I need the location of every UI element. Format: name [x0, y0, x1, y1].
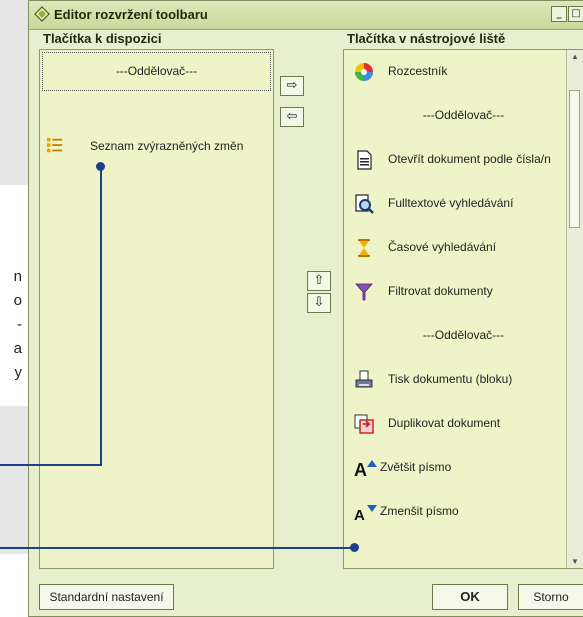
available-buttons-list[interactable]: ---Oddělovač--- Seznam zvýrazněných změn [39, 49, 274, 569]
list-item-label: Zmenšit písmo [380, 504, 459, 518]
move-left-button[interactable]: ⇦ [280, 107, 304, 127]
move-up-button[interactable]: ⇧ [307, 271, 331, 291]
list-item-label: Seznam zvýrazněných změn [90, 139, 244, 153]
default-settings-button[interactable]: Standardní nastavení [39, 584, 174, 610]
list-item-label: Rozcestník [388, 64, 448, 78]
list-item-time-search[interactable]: Časové vyhledávání [344, 226, 583, 270]
callout-line-1-horizontal [0, 464, 102, 466]
list-item-separator[interactable]: ---Oddělovač--- [344, 94, 583, 138]
list-item-print-document[interactable]: Tisk dokumentu (bloku) [344, 358, 583, 402]
list-item-label: ---Oddělovač--- [422, 108, 505, 122]
fulltext-search-icon [355, 194, 374, 214]
list-item-separator[interactable]: ---Oddělovač--- [344, 314, 583, 358]
list-item-label: Duplikovat dokument [388, 416, 501, 430]
list-item-label: Filtrovat dokumenty [388, 284, 493, 298]
list-item-label: Otevřít dokument podle čísla/n [388, 152, 551, 166]
list-item-label: Zvětšit písmo [380, 460, 452, 474]
minimize-button[interactable]: _ [551, 6, 567, 22]
list-item-separator[interactable]: ---Oddělovač--- [42, 52, 271, 91]
title-bar[interactable]: Editor rozvržení toolbaru _ □ [29, 1, 583, 30]
cancel-button[interactable]: Storno [518, 584, 583, 610]
list-item-highlight-changes[interactable]: Seznam zvýrazněných změn [40, 136, 273, 162]
callout-line-2-horizontal [0, 547, 354, 549]
move-right-button[interactable]: ⇨ [280, 76, 304, 96]
list-item-font-decrease[interactable]: A Zmenšit písmo [344, 490, 583, 534]
document-icon [357, 150, 372, 170]
printer-icon [355, 370, 373, 388]
list-item-label: Fulltextové vyhledávání [388, 196, 514, 210]
doc-text-fragment: a [13, 340, 22, 357]
doc-text-fragment: n [13, 268, 22, 285]
list-item-filter-documents[interactable]: Filtrovat dokumenty [344, 270, 583, 314]
list-item-label: ---Oddělovač--- [422, 328, 505, 342]
list-item-fulltext-search[interactable]: Fulltextové vyhledávání [344, 182, 583, 226]
toolbar-editor-window: Editor rozvržení toolbaru _ □ Tlačítka k… [28, 0, 583, 617]
doc-text-fragment: - [17, 316, 22, 333]
ok-button[interactable]: OK [432, 584, 508, 610]
toolbar-buttons-list[interactable]: Rozcestník ---Oddělovač--- Otevřít dokum… [343, 49, 583, 569]
crossroads-icon [355, 63, 373, 81]
available-buttons-heading: Tlačítka k dispozici [43, 31, 162, 46]
highlight-list-icon [46, 137, 63, 153]
window-title: Editor rozvržení toolbaru [54, 7, 208, 22]
list-item-duplicate-document[interactable]: Duplikovat dokument [344, 402, 583, 446]
scrollbar-thumb[interactable] [569, 90, 580, 228]
list-item-label: Tisk dokumentu (bloku) [388, 372, 513, 386]
hourglass-icon [358, 239, 370, 257]
svg-text:A: A [354, 460, 367, 478]
doc-text-fragment: o [13, 292, 22, 309]
list-item-label: Časové vyhledávání [388, 240, 497, 254]
list-item-open-document[interactable]: Otevřít dokument podle čísla/n [344, 138, 583, 182]
list-item-font-increase[interactable]: A Zvětšit písmo [344, 446, 583, 490]
scroll-up-icon[interactable]: ▲ [567, 52, 583, 61]
maximize-button[interactable]: □ [568, 6, 583, 22]
duplicate-icon [354, 414, 374, 434]
callout-line-1-vertical [100, 166, 102, 466]
font-decrease-icon: A [354, 505, 377, 522]
doc-panel-bottom [0, 406, 28, 554]
doc-text-fragment: y [14, 364, 23, 381]
doc-panel-top [0, 0, 28, 185]
font-increase-icon: A [354, 460, 377, 478]
list-item-crossroads[interactable]: Rozcestník [344, 50, 583, 94]
scroll-down-icon[interactable]: ▼ [567, 557, 583, 566]
svg-text:A: A [354, 507, 365, 522]
move-down-button[interactable]: ⇩ [307, 293, 331, 313]
toolbar-list-scrollbar[interactable]: ▲ ▼ [566, 50, 583, 568]
filter-icon [355, 283, 373, 301]
toolbar-buttons-heading: Tlačítka v nástrojové liště [347, 31, 506, 46]
app-diamond-icon [34, 6, 50, 22]
